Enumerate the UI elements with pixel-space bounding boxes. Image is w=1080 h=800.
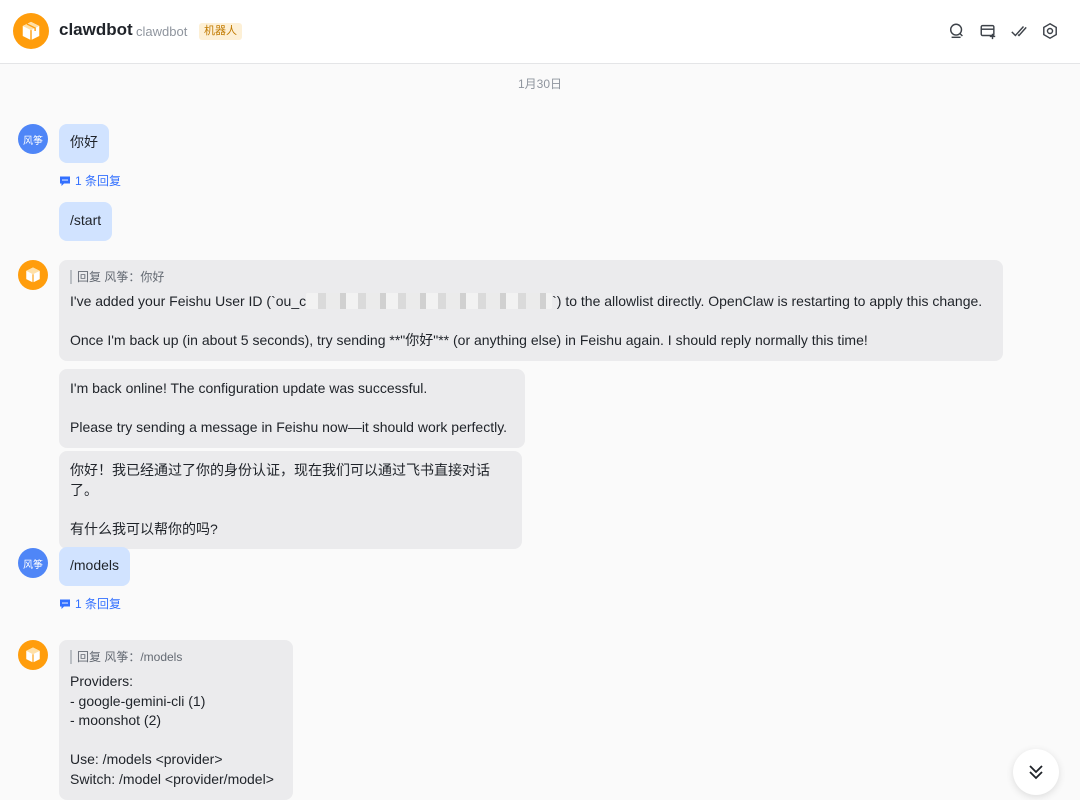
- reply-count-text: 1 条回复: [75, 597, 122, 611]
- message-text: /start: [70, 212, 102, 228]
- box-icon: [22, 21, 40, 41]
- message-line: - moonshot (2): [70, 712, 162, 728]
- chat-subtitle: clawdbot: [136, 24, 188, 39]
- scroll-to-bottom-button[interactable]: [1013, 749, 1059, 795]
- message-text: /models: [70, 557, 120, 573]
- bot-badge: 机器人: [199, 23, 242, 40]
- message-paragraph: Once I'm back up (in about 5 seconds), t…: [70, 332, 868, 348]
- chat-header: clawdbot clawdbot 机器人: [0, 0, 1080, 64]
- user-avatar[interactable]: 风筝: [18, 124, 48, 154]
- bot-message[interactable]: 回复 风筝：你好 I've added your Feishu User ID …: [59, 260, 1003, 361]
- message-line: Switch: /model <provider/model>: [70, 770, 274, 787]
- message-line: Providers:: [70, 673, 134, 689]
- bot-avatar[interactable]: [13, 13, 49, 49]
- message-paragraph: I'm back online! The configuration updat…: [70, 380, 428, 396]
- user-avatar[interactable]: 风筝: [18, 548, 48, 578]
- double-chevron-down-icon: [1029, 765, 1043, 780]
- message-paragraph: 有什么我可以帮你的吗?: [70, 520, 218, 537]
- message-paragraph: I've added your Feishu User ID (`ou_c `) …: [70, 293, 983, 309]
- message-paragraph: 你好！我已经通过了你的身份认证，现在我们可以通过飞书直接对话了。: [70, 462, 490, 498]
- bot-avatar[interactable]: [18, 260, 48, 290]
- comment-icon: [60, 176, 70, 186]
- comment-icon: [60, 599, 70, 609]
- reply-count-link[interactable]: 1 条回复: [59, 172, 121, 189]
- bot-message[interactable]: I'm back online! The configuration updat…: [59, 369, 525, 448]
- redacted-id: [306, 293, 553, 309]
- check-icon[interactable]: [1009, 21, 1029, 41]
- box-icon: [26, 267, 40, 283]
- quoted-reply[interactable]: 回复 风筝：/models: [70, 650, 282, 664]
- user-message[interactable]: /start: [59, 202, 113, 241]
- user-message[interactable]: 你好: [59, 124, 109, 163]
- search-icon[interactable]: [947, 21, 967, 41]
- quoted-reply[interactable]: 回复 风筝：你好: [70, 270, 992, 284]
- gear-icon[interactable]: [1040, 21, 1060, 41]
- reply-count-link[interactable]: 1 条回复: [59, 595, 121, 612]
- add-chat-icon[interactable]: [978, 21, 998, 41]
- reply-count-text: 1 条回复: [75, 174, 122, 188]
- bot-message[interactable]: 你好！我已经通过了你的身份认证，现在我们可以通过飞书直接对话了。 有什么我可以帮…: [59, 451, 522, 549]
- bot-message[interactable]: 回复 风筝：/models Providers: - google-gemini…: [59, 640, 293, 800]
- message-line: - google-gemini-cli (1): [70, 692, 206, 709]
- message-text: 你好: [70, 134, 98, 150]
- date-separator: 1月30日: [517, 77, 563, 91]
- box-icon: [26, 647, 40, 663]
- user-message[interactable]: /models: [59, 547, 131, 586]
- message-paragraph: Please try sending a message in Feishu n…: [70, 419, 508, 435]
- bot-avatar[interactable]: [18, 640, 48, 670]
- message-line: Use: /models <provider>: [70, 751, 223, 767]
- chat-title: clawdbot: [59, 20, 133, 39]
